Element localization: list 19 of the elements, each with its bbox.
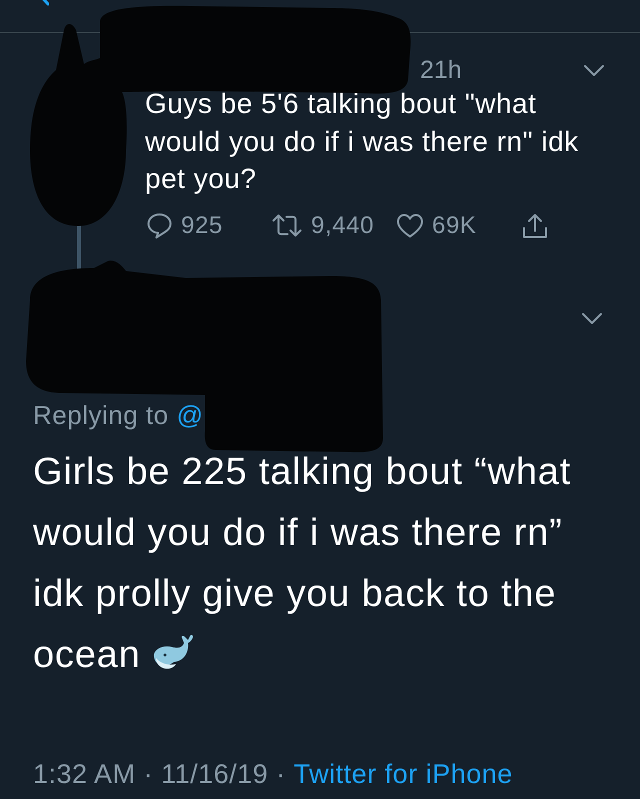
- action-count: 9,440: [311, 210, 374, 240]
- replying-label: Replying to: [33, 400, 169, 430]
- tweet-text: ocean: [33, 632, 141, 678]
- heart-icon[interactable]: [396, 212, 424, 239]
- chevron-down-icon[interactable]: [583, 64, 605, 76]
- meta-separator: ·: [276, 758, 286, 788]
- reply-icon[interactable]: [146, 212, 173, 239]
- mention-link[interactable]: @: [176, 400, 204, 430]
- tweet-timestamp: 1:32 AM: [33, 758, 136, 788]
- tweet-text: Guys be 5'6 talking bout "what would you do if i was there rn" idk pet you?: [145, 87, 579, 196]
- share-icon[interactable]: [521, 212, 549, 240]
- tweet-timestamp: 11/16/19: [161, 758, 268, 788]
- action-count: 69K: [432, 210, 477, 240]
- tweet-time: 21h: [420, 55, 462, 85]
- chevron-down-icon[interactable]: [581, 312, 603, 325]
- meta-separator: ·: [144, 758, 154, 788]
- source-link[interactable]: Twitter for iPhone: [294, 758, 513, 788]
- retweet-icon[interactable]: [271, 212, 303, 239]
- action-count: 925: [181, 210, 223, 240]
